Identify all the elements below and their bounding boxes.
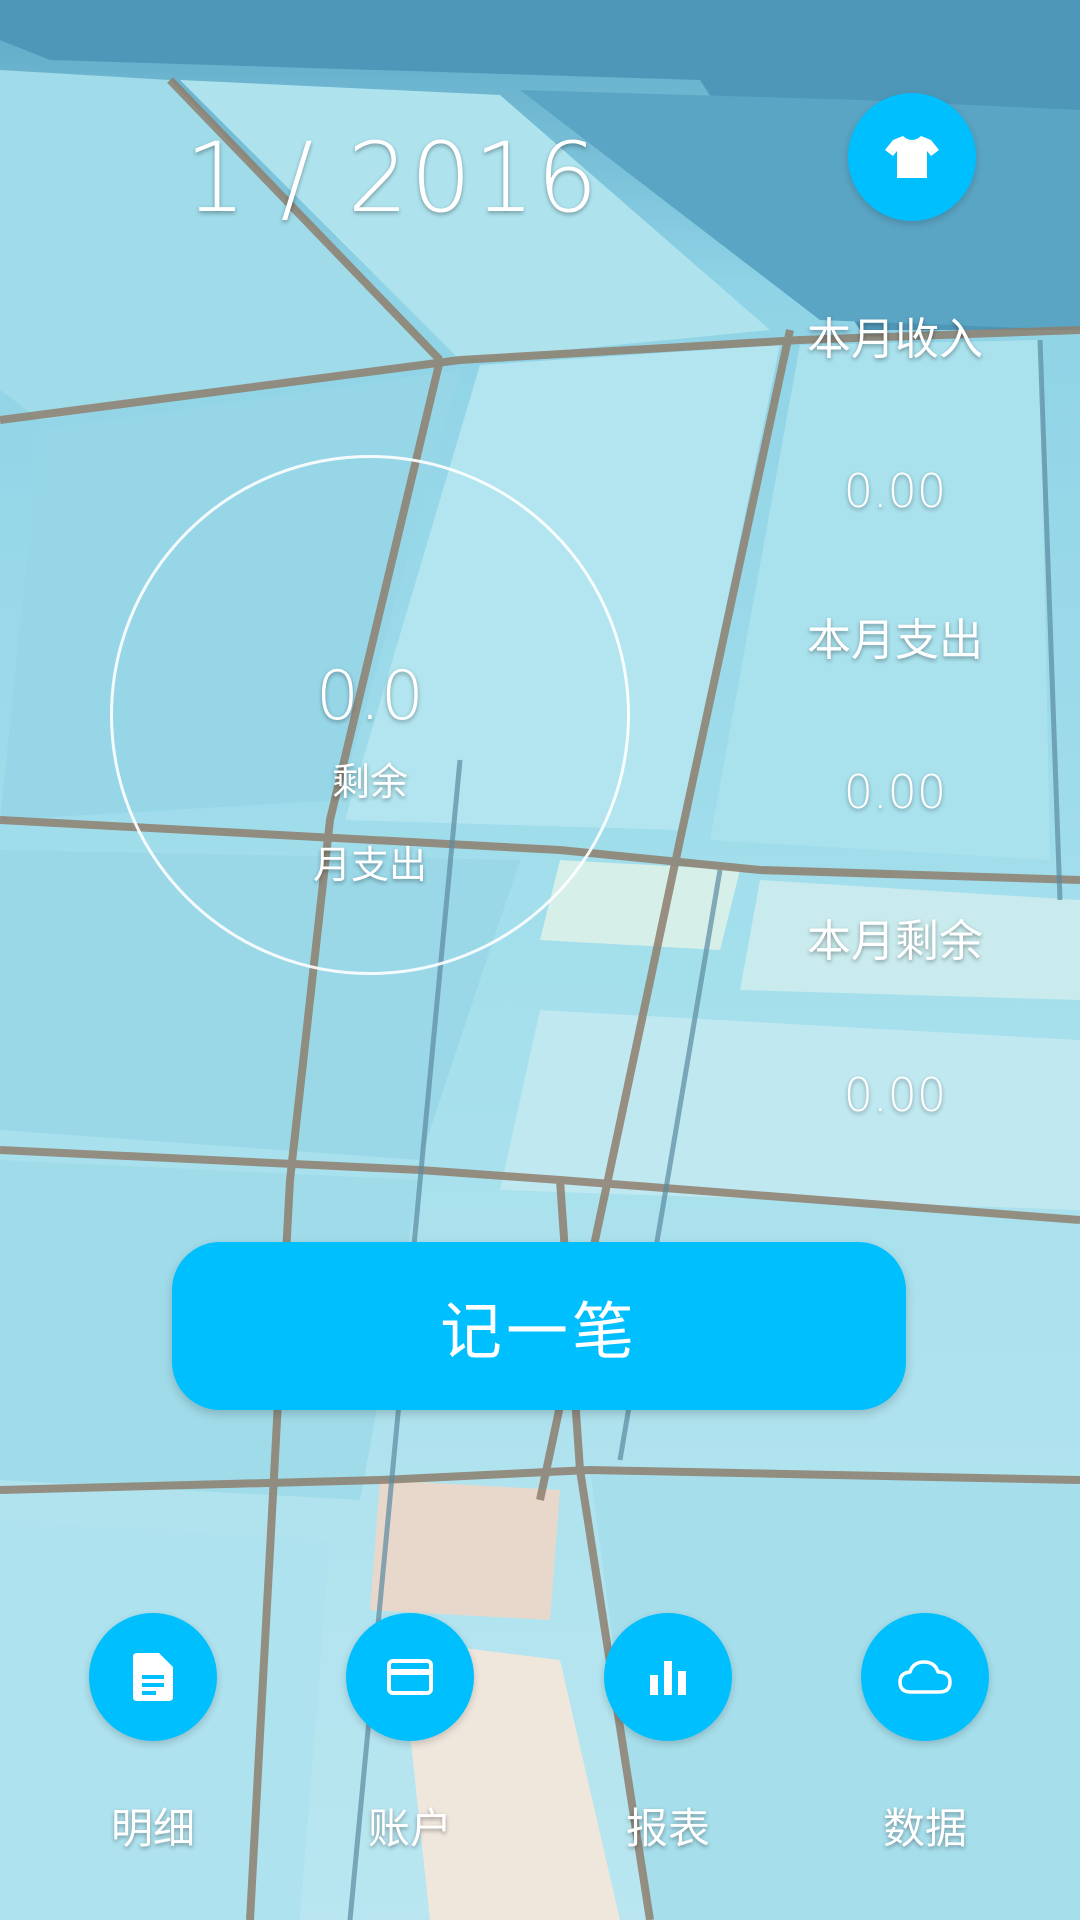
nav-details-button[interactable] (89, 1613, 217, 1741)
budget-ring[interactable]: 0.0 剩余 月支出 (110, 455, 630, 975)
expense-label: 本月支出 (807, 615, 983, 666)
card-icon (387, 1659, 433, 1695)
nav-label-reports: 报表 (625, 1804, 710, 1853)
ring-label-remaining: 剩余 (331, 760, 408, 804)
expense-value: 0.00 (843, 765, 947, 819)
month-year-title[interactable]: 1 / 2016 (185, 130, 600, 226)
bar-chart-icon (650, 1661, 686, 1695)
document-icon (133, 1653, 173, 1701)
remaining-label: 本月剩余 (807, 916, 983, 967)
income-label: 本月收入 (807, 314, 983, 365)
remaining-value: 0.00 (843, 1068, 947, 1122)
record-entry-button[interactable]: 记一笔 (172, 1242, 906, 1410)
nav-item-details[interactable]: 明细 (53, 1613, 253, 1863)
nav-item-reports[interactable]: 报表 (568, 1613, 768, 1863)
nav-reports-button[interactable] (604, 1613, 732, 1741)
nav-label-details: 明细 (110, 1804, 195, 1853)
nav-accounts-button[interactable] (346, 1613, 474, 1741)
nav-label-data: 数据 (882, 1804, 967, 1853)
nav-item-data[interactable]: 数据 (825, 1613, 1025, 1863)
tshirt-icon (885, 136, 939, 178)
ring-label-monthly-expense: 月支出 (312, 843, 427, 887)
nav-item-accounts[interactable]: 账户 (310, 1613, 510, 1863)
ring-value: 0.0 (315, 657, 425, 736)
nav-label-accounts: 账户 (367, 1804, 452, 1853)
income-value: 0.00 (843, 464, 947, 518)
theme-button[interactable] (848, 93, 976, 221)
cloud-icon (898, 1660, 952, 1694)
nav-data-button[interactable] (861, 1613, 989, 1741)
